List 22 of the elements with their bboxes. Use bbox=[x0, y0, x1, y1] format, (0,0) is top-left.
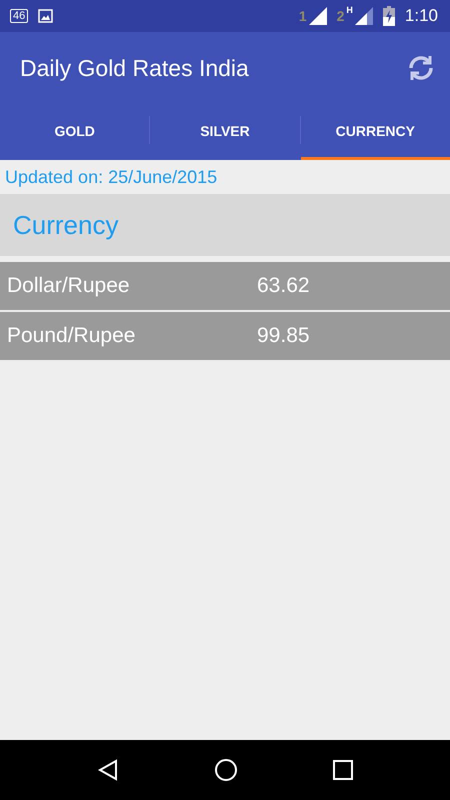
signal-icon bbox=[308, 7, 327, 25]
section-title: Currency bbox=[13, 210, 118, 240]
battery-icon bbox=[382, 6, 395, 26]
rate-name: Pound/Rupee bbox=[6, 324, 136, 348]
updated-date: Updated on: 25/June/2015 bbox=[4, 166, 218, 189]
tab[interactable]: GOLD bbox=[0, 104, 150, 160]
rate-value: 99.85 bbox=[257, 324, 310, 348]
clock-time: 1:10 bbox=[404, 6, 438, 26]
network-badge: 46 bbox=[10, 9, 28, 23]
tab[interactable]: SILVER bbox=[150, 104, 300, 160]
signal-icon bbox=[354, 7, 373, 25]
back-button[interactable] bbox=[97, 759, 120, 781]
rate-name: Dollar/Rupee bbox=[6, 274, 131, 298]
tab[interactable]: CURRENCY bbox=[300, 104, 450, 160]
sim-label: 2 bbox=[336, 8, 344, 24]
image-icon bbox=[38, 9, 54, 23]
sim-label: 1 bbox=[298, 8, 307, 24]
rate-value: 63.62 bbox=[257, 274, 310, 298]
recents-button[interactable] bbox=[332, 760, 353, 780]
home-button[interactable] bbox=[214, 758, 238, 782]
app-title: Daily Gold Rates India bbox=[20, 54, 250, 82]
network-type: H bbox=[346, 5, 353, 15]
